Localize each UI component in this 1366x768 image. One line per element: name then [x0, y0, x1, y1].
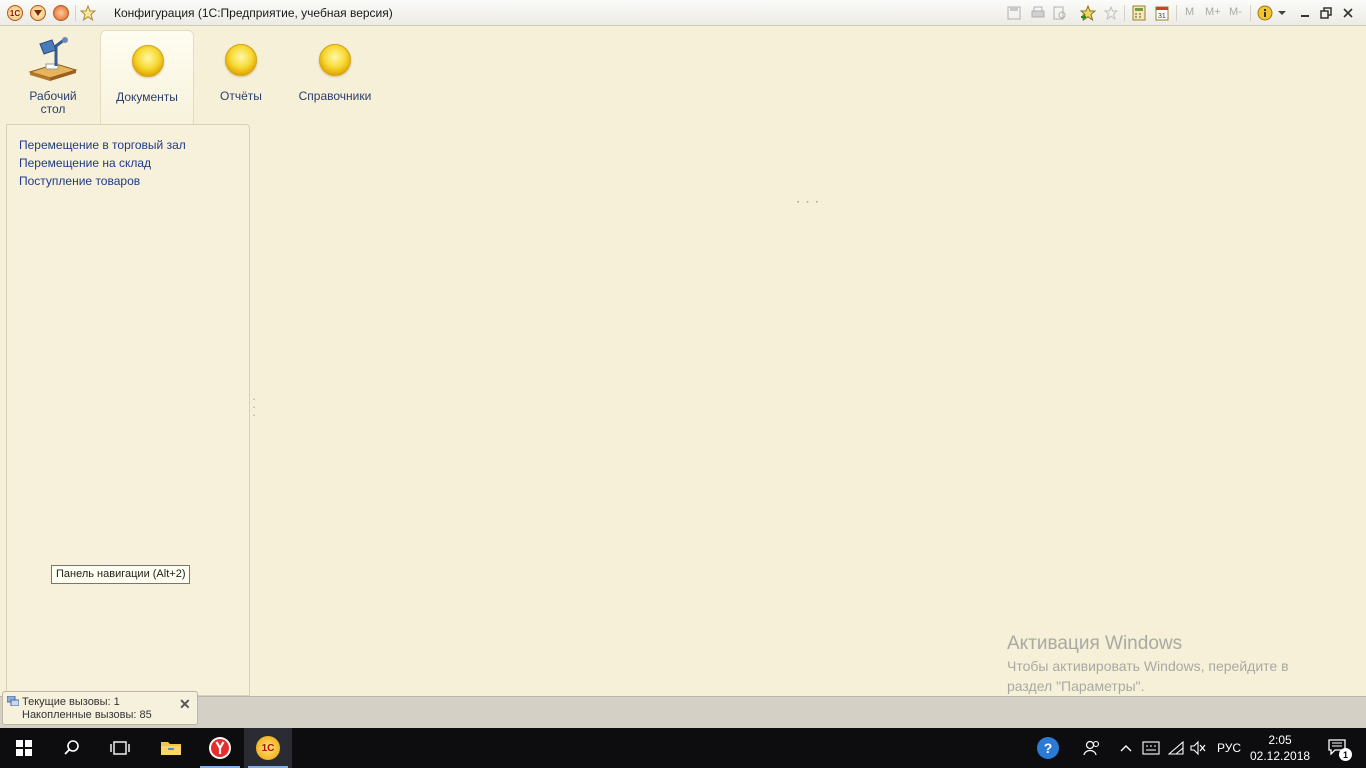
accumulated-calls: Накопленные вызовы: 85: [22, 709, 152, 721]
separator: [1250, 5, 1251, 21]
taskbar-yandex-browser[interactable]: [196, 728, 244, 768]
separator: [1176, 5, 1177, 21]
restore-icon[interactable]: [1318, 5, 1334, 21]
clock[interactable]: 2:05 02.12.2018: [1250, 732, 1310, 764]
memory-subtract-icon[interactable]: M-: [1229, 6, 1242, 18]
svg-text:31: 31: [1158, 13, 1166, 20]
calendar-icon[interactable]: 31: [1154, 5, 1170, 21]
windows-logo-icon: [16, 740, 32, 756]
help-question-icon: ?: [1037, 737, 1059, 759]
add-favorite-icon[interactable]: [1080, 5, 1096, 21]
favorites-star-icon[interactable]: [80, 5, 96, 21]
close-icon[interactable]: [1340, 5, 1356, 21]
navigation-panel: Перемещение в торговый зал Перемещение н…: [6, 124, 250, 696]
network-tray-button[interactable]: [1166, 728, 1186, 768]
title-bar: 1С Конфигурация (1С:Предприятие, учебная…: [0, 0, 1366, 26]
gold-coin-icon: [225, 44, 257, 76]
search-icon: [64, 740, 79, 755]
section-label: Рабочий стол: [29, 89, 77, 116]
help-tray-button[interactable]: ?: [1034, 728, 1062, 768]
keyboard-icon: [1142, 741, 1160, 755]
tooltip: Панель навигации (Alt+2): [51, 565, 191, 584]
section-panel: Рабочий стол Документы Отчёты Справочник…: [6, 30, 1360, 124]
performance-icon: [6, 695, 20, 707]
save-icon[interactable]: [1006, 5, 1022, 21]
task-view-icon: [110, 741, 130, 755]
calculator-icon[interactable]: [1131, 5, 1147, 21]
app-1c-taskbar-icon: 1С: [256, 736, 280, 760]
window-title: Конфигурация (1С:Предприятие, учебная ве…: [114, 6, 393, 20]
clock-time: 2:05: [1268, 733, 1292, 747]
yandex-browser-icon: [209, 737, 231, 759]
wifi-icon: [1168, 741, 1184, 755]
show-hidden-icons-button[interactable]: [1116, 728, 1136, 768]
start-button[interactable]: [0, 728, 48, 768]
search-button[interactable]: [48, 728, 96, 768]
clock-date: 02.12.2018: [1250, 749, 1311, 763]
taskbar-1c-enterprise[interactable]: 1С: [244, 728, 292, 768]
close-window-orb-icon[interactable]: [53, 5, 69, 21]
chevron-up-icon: [1120, 745, 1132, 752]
section-catalogs[interactable]: Справочники: [288, 30, 382, 124]
nav-link-transfer-to-sales-floor[interactable]: Перемещение в торговый зал: [19, 138, 186, 152]
nav-link-goods-receipt[interactable]: Поступление товаров: [19, 174, 140, 188]
gold-coin-icon: [132, 45, 164, 77]
people-icon: [1083, 740, 1100, 756]
section-documents[interactable]: Документы: [100, 30, 194, 124]
speaker-muted-icon: [1190, 741, 1206, 755]
watermark-text: Чтобы активировать Windows, перейдите в …: [1007, 658, 1289, 694]
minimize-icon[interactable]: [1297, 5, 1313, 21]
print-icon[interactable]: [1030, 5, 1046, 21]
close-icon[interactable]: ✕: [179, 696, 191, 713]
watermark-title: Активация Windows: [1007, 633, 1183, 654]
history-icon[interactable]: [1103, 5, 1119, 21]
nav-link-transfer-to-warehouse[interactable]: Перемещение на склад: [19, 156, 151, 170]
language-indicator[interactable]: РУС: [1212, 728, 1246, 768]
memory-add-icon[interactable]: M+: [1205, 6, 1221, 18]
status-bar: [0, 696, 1366, 728]
loading-indicator: ⠂⠂⠂: [796, 198, 824, 209]
chevron-down-icon[interactable]: [1274, 5, 1290, 21]
notification-count-badge: 1: [1339, 748, 1352, 761]
performance-panel: Текущие вызовы: 1 Накопленные вызовы: 85…: [2, 691, 198, 725]
action-center-button[interactable]: 1: [1318, 728, 1358, 768]
taskbar-explorer[interactable]: [147, 728, 195, 768]
preview-icon[interactable]: [1052, 5, 1068, 21]
section-label: Документы: [116, 90, 178, 104]
people-tray-button[interactable]: [1078, 728, 1106, 768]
current-calls: Текущие вызовы: 1: [22, 696, 120, 708]
section-label: Справочники: [298, 89, 372, 103]
work-area: [250, 124, 1360, 696]
section-desktop[interactable]: Рабочий стол: [6, 30, 100, 124]
task-view-button[interactable]: [96, 728, 144, 768]
taskbar: 1С ? РУС 2:05 02.12.2018 1: [0, 728, 1366, 768]
info-icon[interactable]: [1257, 5, 1273, 21]
folder-icon: [161, 742, 181, 755]
activation-watermark: Активация Windows Чтобы активировать Win…: [1007, 632, 1327, 696]
desk-lamp-icon: [24, 36, 80, 82]
separator: [75, 5, 76, 21]
volume-tray-button[interactable]: [1188, 728, 1208, 768]
section-reports[interactable]: Отчёты: [194, 30, 288, 124]
section-label: Отчёты: [220, 89, 262, 103]
separator: [1124, 5, 1125, 21]
main-menu-icon[interactable]: [30, 5, 46, 21]
input-method-tray-button[interactable]: [1140, 728, 1162, 768]
app-1c-icon[interactable]: 1С: [7, 5, 23, 21]
memory-icon[interactable]: M: [1185, 6, 1194, 18]
gold-coin-icon: [319, 44, 351, 76]
